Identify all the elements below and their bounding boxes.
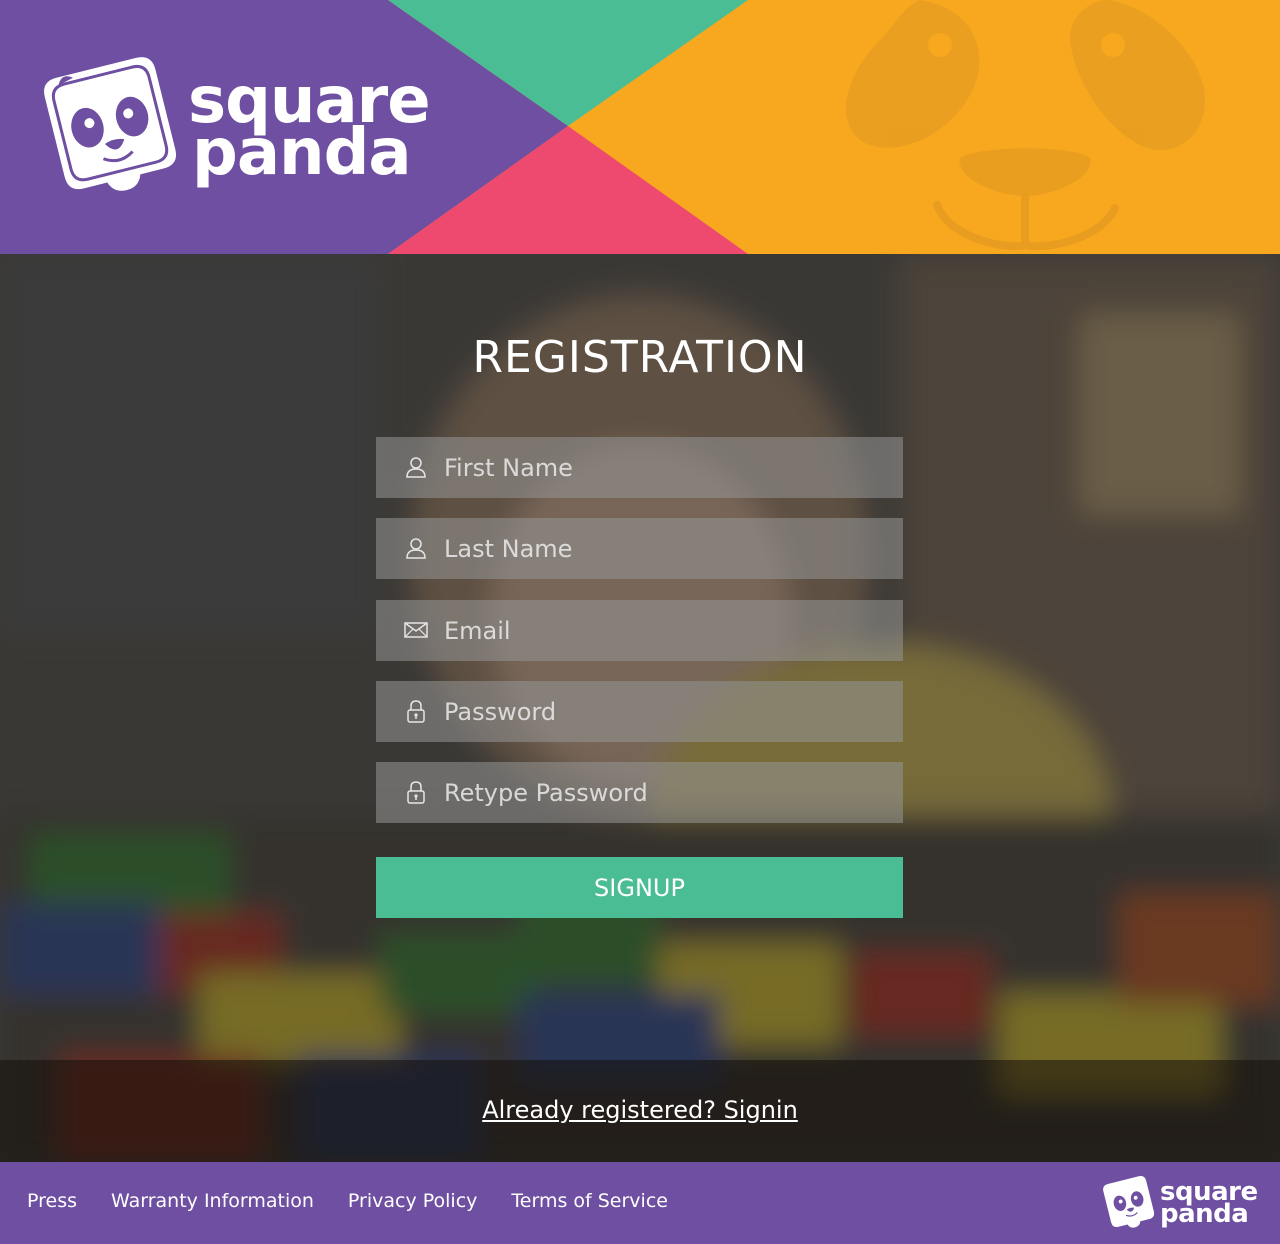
footer-link-press[interactable]: Press: [27, 1190, 77, 1212]
lock-icon: [407, 781, 425, 804]
envelope-icon: [404, 622, 428, 638]
password-field[interactable]: [376, 681, 903, 742]
panda-logo-icon: [1103, 1175, 1155, 1228]
retype-password-field[interactable]: [376, 762, 903, 823]
footer-brand-wordmark: square panda: [1160, 1179, 1258, 1229]
password-input[interactable]: [444, 681, 884, 742]
first-name-field[interactable]: [376, 437, 903, 498]
last-name-input[interactable]: [444, 518, 884, 579]
signup-button[interactable]: SIGNUP: [376, 857, 903, 918]
email-field[interactable]: [376, 600, 903, 661]
brand-wordmark: square panda: [188, 69, 431, 190]
footer-nav: Press Warranty Information Privacy Polic…: [27, 1190, 702, 1212]
header: square panda: [0, 0, 1280, 254]
panda-logo-icon: [44, 57, 176, 191]
footer-link-terms[interactable]: Terms of Service: [511, 1190, 668, 1212]
footer: Press Warranty Information Privacy Polic…: [0, 1162, 1280, 1244]
brand-logo[interactable]: square panda: [36, 52, 431, 202]
registration-section: REGISTRATION First Name Last Name Email …: [0, 254, 1280, 1162]
email-input[interactable]: [444, 600, 884, 661]
brand-line-2: panda: [1160, 1199, 1249, 1229]
footer-link-privacy[interactable]: Privacy Policy: [348, 1190, 477, 1212]
user-icon: [406, 457, 426, 478]
registration-title: REGISTRATION: [472, 332, 808, 383]
first-name-input[interactable]: [444, 437, 884, 498]
lock-icon: [407, 700, 425, 723]
signin-bar: Already registered? Signin: [0, 1060, 1280, 1162]
footer-link-warranty[interactable]: Warranty Information: [111, 1190, 314, 1212]
signin-link[interactable]: Already registered? Signin: [482, 1096, 798, 1124]
last-name-field[interactable]: [376, 518, 903, 579]
brand-line-2: panda: [192, 116, 412, 190]
footer-brand-logo[interactable]: square panda: [1100, 1174, 1258, 1232]
user-icon: [406, 538, 426, 559]
retype-password-input[interactable]: [444, 762, 884, 823]
